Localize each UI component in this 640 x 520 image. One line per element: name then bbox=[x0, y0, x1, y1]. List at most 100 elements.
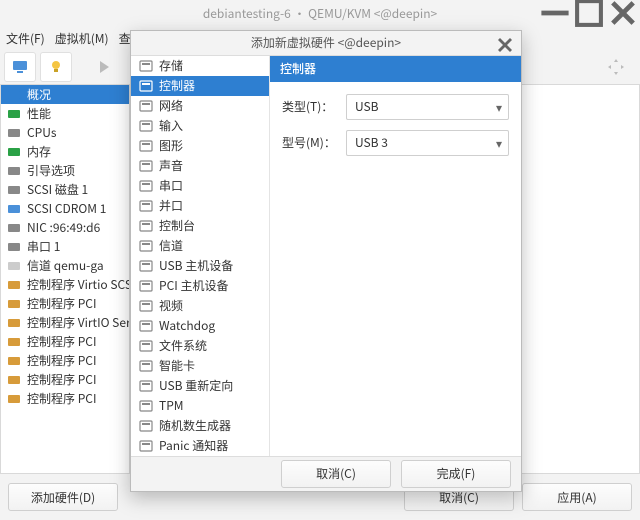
category-item[interactable]: 并口 bbox=[131, 196, 269, 216]
device-icon bbox=[7, 88, 21, 102]
category-icon bbox=[139, 379, 153, 393]
hardware-item[interactable]: CPUs bbox=[1, 123, 129, 142]
device-icon bbox=[7, 202, 21, 216]
device-icon bbox=[7, 145, 21, 159]
hardware-item[interactable]: 控制程序 PCI bbox=[1, 294, 129, 313]
hardware-item-label: 控制程序 VirtIO Serial bbox=[27, 314, 129, 331]
category-item[interactable]: 信道 bbox=[131, 236, 269, 256]
category-item-label: 视频 bbox=[159, 297, 183, 314]
type-combobox[interactable]: USB ▾ bbox=[346, 94, 509, 120]
category-icon bbox=[139, 259, 153, 273]
category-item[interactable]: TPM bbox=[131, 396, 269, 416]
device-icon bbox=[7, 373, 21, 387]
category-item-label: 网络 bbox=[159, 97, 183, 114]
hardware-item[interactable]: 信道 qemu-ga bbox=[1, 256, 129, 275]
close-icon bbox=[495, 35, 515, 55]
hardware-item[interactable]: 串口 1 bbox=[1, 237, 129, 256]
category-item[interactable]: Panic 通知器 bbox=[131, 436, 269, 456]
category-item-label: 并口 bbox=[159, 197, 183, 214]
hardware-item[interactable]: 控制程序 VirtIO Serial bbox=[1, 313, 129, 332]
category-icon bbox=[139, 399, 153, 413]
category-item[interactable]: 随机数生成器 bbox=[131, 416, 269, 436]
category-item-label: 智能卡 bbox=[159, 357, 195, 374]
category-item[interactable]: 输入 bbox=[131, 116, 269, 136]
hardware-item[interactable]: 概况 bbox=[1, 85, 129, 104]
hardware-item-label: 控制程序 Virtio SCSI bbox=[27, 276, 129, 293]
category-list[interactable]: 存储控制器网络输入图形声音串口并口控制台信道USB 主机设备PCI 主机设备视频… bbox=[131, 56, 270, 456]
hardware-item[interactable]: 内存 bbox=[1, 142, 129, 161]
dialog-close-button[interactable] bbox=[495, 35, 515, 55]
category-item[interactable]: 文件系统 bbox=[131, 336, 269, 356]
hardware-item[interactable]: 控制程序 PCI bbox=[1, 389, 129, 408]
console-view-button[interactable] bbox=[4, 52, 36, 82]
chevron-down-icon: ▾ bbox=[496, 99, 502, 116]
hardware-item[interactable]: 控制程序 PCI bbox=[1, 370, 129, 389]
category-item[interactable]: 视频 bbox=[131, 296, 269, 316]
hardware-item-label: 信道 qemu-ga bbox=[27, 257, 104, 274]
close-button[interactable] bbox=[606, 0, 640, 26]
category-icon bbox=[139, 139, 153, 153]
category-item[interactable]: 智能卡 bbox=[131, 356, 269, 376]
category-icon bbox=[139, 119, 153, 133]
hardware-item-label: 性能 bbox=[27, 105, 51, 122]
hardware-item-label: CPUs bbox=[27, 124, 56, 141]
menu-vm[interactable]: 虚拟机(M) bbox=[55, 30, 109, 47]
maximize-button[interactable] bbox=[572, 0, 606, 26]
hardware-item-label: 控制程序 PCI bbox=[27, 295, 96, 312]
hardware-item[interactable]: 控制程序 Virtio SCSI bbox=[1, 275, 129, 294]
hardware-item[interactable]: 控制程序 PCI bbox=[1, 351, 129, 370]
category-item[interactable]: PCI 主机设备 bbox=[131, 276, 269, 296]
hardware-item-label: 控制程序 PCI bbox=[27, 390, 96, 407]
category-icon bbox=[139, 239, 153, 253]
model-combobox[interactable]: USB 3 ▾ bbox=[346, 130, 509, 156]
category-item-label: 输入 bbox=[159, 117, 183, 134]
hardware-item[interactable]: SCSI CDROM 1 bbox=[1, 199, 129, 218]
run-button[interactable] bbox=[88, 52, 120, 82]
hardware-item-label: 控制程序 PCI bbox=[27, 371, 96, 388]
device-icon bbox=[7, 316, 21, 330]
category-item-label: 控制器 bbox=[159, 77, 195, 94]
dialog-cancel-button[interactable]: 取消(C) bbox=[281, 460, 391, 488]
category-icon bbox=[139, 319, 153, 333]
model-value: USB 3 bbox=[355, 134, 388, 151]
fullscreen-button[interactable] bbox=[600, 52, 632, 82]
details-view-button[interactable] bbox=[40, 52, 72, 82]
hardware-item[interactable]: 控制程序 PCI bbox=[1, 332, 129, 351]
device-icon bbox=[7, 392, 21, 406]
device-icon bbox=[7, 354, 21, 368]
hardware-item[interactable]: 引导选项 bbox=[1, 161, 129, 180]
category-item[interactable]: 网络 bbox=[131, 96, 269, 116]
type-value: USB bbox=[355, 98, 379, 115]
category-item[interactable]: USB 主机设备 bbox=[131, 256, 269, 276]
hardware-item-label: 引导选项 bbox=[27, 162, 75, 179]
hardware-item[interactable]: 性能 bbox=[1, 104, 129, 123]
category-item-label: 声音 bbox=[159, 157, 183, 174]
category-item[interactable]: Watchdog bbox=[131, 316, 269, 336]
device-icon bbox=[7, 221, 21, 235]
hardware-item[interactable]: NIC :96:49:d6 bbox=[1, 218, 129, 237]
category-item[interactable]: 串口 bbox=[131, 176, 269, 196]
dialog-finish-button[interactable]: 完成(F) bbox=[401, 460, 511, 488]
device-icon bbox=[7, 126, 21, 140]
category-item[interactable]: 控制台 bbox=[131, 216, 269, 236]
main-apply-button[interactable]: 应用(A) bbox=[522, 483, 632, 511]
category-icon bbox=[139, 419, 153, 433]
hardware-list[interactable]: 概况性能 CPUs内存引导选项 SCSI 磁盘 1 SCSI CDROM 1NIC :… bbox=[0, 84, 129, 474]
hardware-item-label: SCSI CDROM 1 bbox=[27, 200, 106, 217]
category-icon bbox=[139, 279, 153, 293]
category-item[interactable]: 图形 bbox=[131, 136, 269, 156]
model-label: 型号(M)： bbox=[282, 134, 338, 151]
minimize-button[interactable] bbox=[538, 0, 572, 26]
category-item[interactable]: 控制器 bbox=[131, 76, 269, 96]
dialog-title: 添加新虚拟硬件 <@deepin> bbox=[251, 34, 401, 51]
category-item[interactable]: 存储 bbox=[131, 56, 269, 76]
hardware-item-label: SCSI 磁盘 1 bbox=[27, 181, 88, 198]
category-item-label: 随机数生成器 bbox=[159, 417, 231, 434]
category-item[interactable]: USB 重新定向 bbox=[131, 376, 269, 396]
category-item[interactable]: 声音 bbox=[131, 156, 269, 176]
menu-file[interactable]: 文件(F) bbox=[6, 30, 45, 47]
category-icon bbox=[139, 439, 153, 453]
add-hardware-button[interactable]: 添加硬件(D) bbox=[8, 483, 118, 511]
device-icon bbox=[7, 297, 21, 311]
hardware-item[interactable]: SCSI 磁盘 1 bbox=[1, 180, 129, 199]
